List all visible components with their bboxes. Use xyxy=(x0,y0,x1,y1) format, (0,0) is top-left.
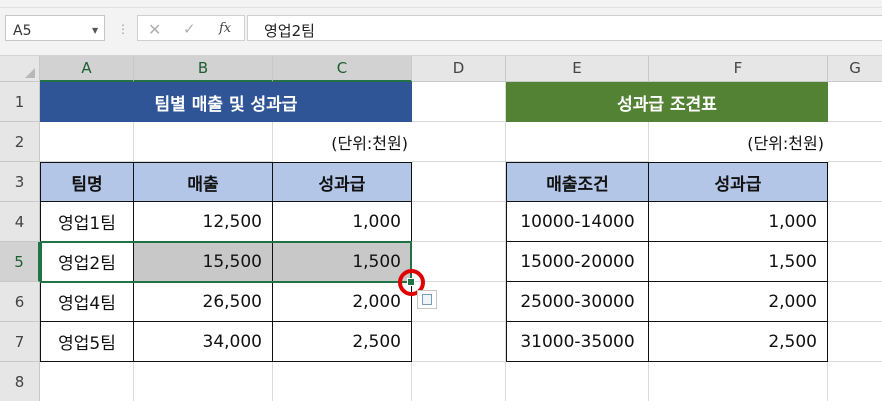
row-header-8[interactable]: 8 xyxy=(0,362,40,401)
chevron-down-icon[interactable]: ▼ xyxy=(92,26,98,35)
formula-input[interactable] xyxy=(247,15,882,41)
paste-options-button[interactable] xyxy=(417,290,437,309)
right-unit-label[interactable]: (단위:천원) xyxy=(649,122,828,162)
column-header-e[interactable]: E xyxy=(506,56,649,82)
row-header-6[interactable]: 6 xyxy=(0,282,40,322)
cell-condition[interactable]: 15000-20000 xyxy=(506,242,649,282)
row-header-7[interactable]: 7 xyxy=(0,322,40,362)
cell-bonus-lookup[interactable]: 1,500 xyxy=(649,242,828,282)
row-header-3[interactable]: 3 xyxy=(0,162,40,202)
row-header-5[interactable]: 5 xyxy=(0,242,40,282)
row-header-1[interactable]: 1 xyxy=(0,82,40,122)
column-header-b[interactable]: B xyxy=(134,56,273,82)
header-bonus-lookup[interactable]: 성과급 xyxy=(649,162,828,202)
header-bonus[interactable]: 성과급 xyxy=(273,162,412,202)
cell-bonus[interactable]: 2,000 xyxy=(273,282,412,322)
row-header-4[interactable]: 4 xyxy=(0,202,40,242)
cell-sales[interactable]: 34,000 xyxy=(134,322,273,362)
left-unit-label[interactable]: (단위:천원) xyxy=(273,122,412,162)
column-header-g[interactable]: G xyxy=(828,56,882,82)
insert-function-button[interactable]: fx xyxy=(219,21,231,36)
cell-team[interactable]: 영업4팀 xyxy=(40,282,134,322)
cell-sales[interactable]: 26,500 xyxy=(134,282,273,322)
column-header-f[interactable]: F xyxy=(649,56,828,82)
selection-range-border xyxy=(40,241,412,283)
cell-team[interactable]: 영업1팀 xyxy=(40,202,134,242)
right-table-title[interactable]: 성과급 조견표 xyxy=(506,82,828,122)
fill-handle-icon[interactable] xyxy=(407,278,415,286)
column-header-d[interactable]: D xyxy=(412,56,506,82)
ribbon-strip xyxy=(0,0,882,8)
cell-condition[interactable]: 10000-14000 xyxy=(506,202,649,242)
column-header-c[interactable]: C xyxy=(273,56,412,82)
enter-icon[interactable]: ✓ xyxy=(183,20,196,38)
header-team[interactable]: 팀명 xyxy=(40,162,134,202)
header-condition[interactable]: 매출조건 xyxy=(506,162,649,202)
cell-bonus[interactable]: 2,500 xyxy=(273,322,412,362)
cell-team[interactable]: 영업5팀 xyxy=(40,322,134,362)
name-box-value: A5 xyxy=(13,23,32,39)
cell-bonus-lookup[interactable]: 1,000 xyxy=(649,202,828,242)
formula-bar-grip[interactable]: ⋮ xyxy=(117,22,129,36)
header-sales[interactable]: 매출 xyxy=(134,162,273,202)
cell-condition[interactable]: 31000-35000 xyxy=(506,322,649,362)
cell-bonus[interactable]: 1,000 xyxy=(273,202,412,242)
cell-bonus-lookup[interactable]: 2,500 xyxy=(649,322,828,362)
cell-bonus-lookup[interactable]: 2,000 xyxy=(649,282,828,322)
cancel-icon[interactable]: ✕ xyxy=(148,20,161,39)
cell-sales[interactable]: 12,500 xyxy=(134,202,273,242)
left-table-title[interactable]: 팀별 매출 및 성과급 xyxy=(40,82,412,122)
column-header-a[interactable]: A xyxy=(40,56,134,82)
formula-text: 영업2팀 xyxy=(264,22,315,40)
row-header-2[interactable]: 2 xyxy=(0,122,40,162)
cell-condition[interactable]: 25000-30000 xyxy=(506,282,649,322)
paste-options-icon xyxy=(422,294,432,305)
select-all-triangle-icon xyxy=(25,68,35,78)
